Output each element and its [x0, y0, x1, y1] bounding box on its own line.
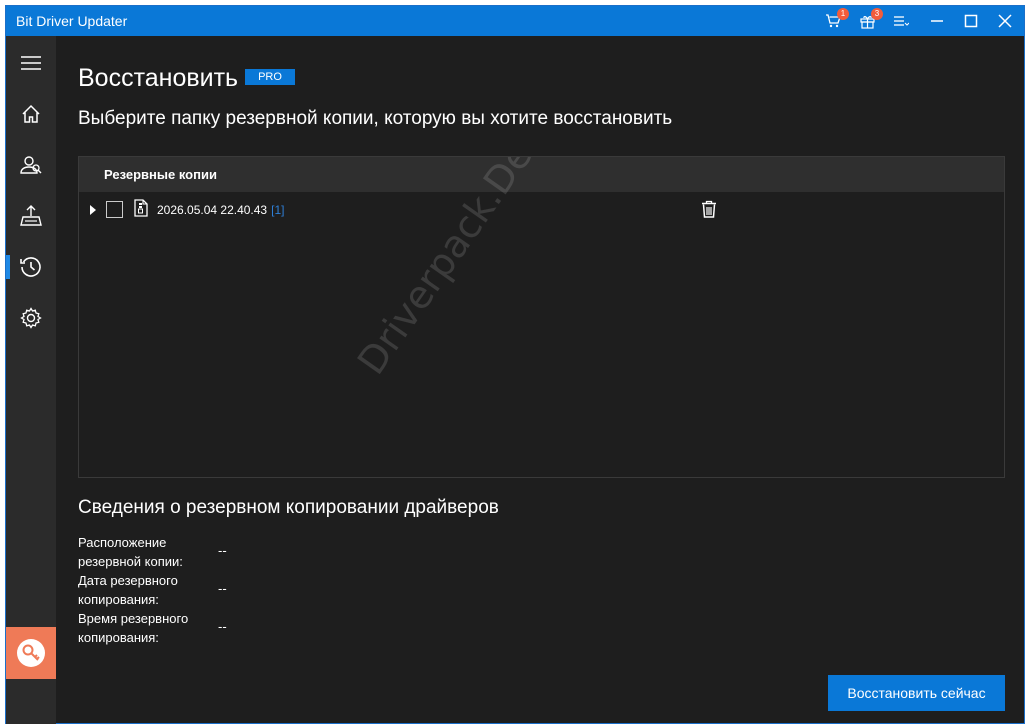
sidebar-menu-toggle[interactable]	[6, 41, 56, 85]
page-subtitle: Выберите папку резервной копии, которую …	[78, 108, 673, 129]
close-button[interactable]	[990, 6, 1020, 36]
minimize-icon	[931, 20, 943, 22]
backup-time-label: Время резервного копирования:	[78, 611, 189, 645]
backup-time-value: --	[218, 619, 227, 634]
key-icon	[17, 639, 45, 667]
cart-button[interactable]: 1	[820, 6, 849, 36]
gear-icon	[20, 307, 42, 329]
backup-info-title: Сведения о резервном копировании драйвер…	[78, 497, 499, 518]
sidebar-item-backup[interactable]	[6, 194, 56, 238]
backup-list-panel: Резервные копии 2026.05.04 22.40.43[1]	[78, 156, 1005, 478]
sidebar-item-restore[interactable]	[6, 245, 56, 289]
home-icon	[22, 104, 40, 123]
backup-name: 2026.05.04 22.40.43 [1]	[157, 203, 284, 217]
sidebar-item-scan[interactable]	[6, 143, 56, 187]
backup-icon	[20, 205, 42, 226]
minimize-button[interactable]	[922, 6, 952, 36]
archive-file-icon	[134, 199, 148, 222]
close-icon	[998, 14, 1012, 28]
backup-date-label: Дата резервного копирования:	[78, 573, 178, 607]
restore-now-button[interactable]: Восстановить сейчас	[828, 675, 1005, 711]
backup-location-value: --	[218, 543, 227, 558]
list-menu-icon	[894, 16, 909, 26]
backup-date-value: --	[218, 581, 227, 596]
activate-key-button[interactable]	[6, 627, 56, 679]
gift-button[interactable]: 3	[854, 6, 883, 36]
main-content: Восстановить PRO Выберите папку резервно…	[56, 36, 1024, 724]
backup-list-header: Резервные копии	[79, 157, 1004, 192]
user-scan-icon	[20, 156, 42, 174]
sidebar-item-home[interactable]	[6, 92, 56, 136]
gift-badge: 3	[871, 8, 883, 20]
backup-count: [1]	[271, 203, 285, 217]
trash-icon[interactable]	[701, 200, 717, 223]
history-icon	[20, 257, 41, 277]
backup-row-checkbox[interactable]	[106, 201, 123, 218]
titlebar: Bit Driver Updater 1 3	[6, 6, 1024, 36]
backup-row[interactable]: 2026.05.04 22.40.43 [1]	[79, 197, 1004, 223]
page-title: Восстановить	[78, 64, 239, 92]
backup-list-header-label: Резервные копии	[104, 167, 217, 182]
app-title: Bit Driver Updater	[16, 13, 128, 29]
pro-badge: PRO	[245, 69, 295, 85]
backup-name-text: 2026.05.04 22.40.43	[157, 203, 268, 217]
sidebar-item-settings[interactable]	[6, 296, 56, 340]
maximize-button[interactable]	[956, 6, 986, 36]
app-window: Bit Driver Updater 1 3 Восстановить PRO …	[5, 5, 1025, 724]
menu-button[interactable]	[888, 6, 914, 36]
cart-badge: 1	[837, 8, 849, 20]
expand-arrow-icon[interactable]	[90, 205, 96, 215]
backup-location-label: Расположение резервной копии:	[78, 535, 183, 569]
sidebar	[6, 36, 56, 724]
hamburger-icon	[21, 56, 41, 70]
maximize-icon	[964, 14, 978, 28]
